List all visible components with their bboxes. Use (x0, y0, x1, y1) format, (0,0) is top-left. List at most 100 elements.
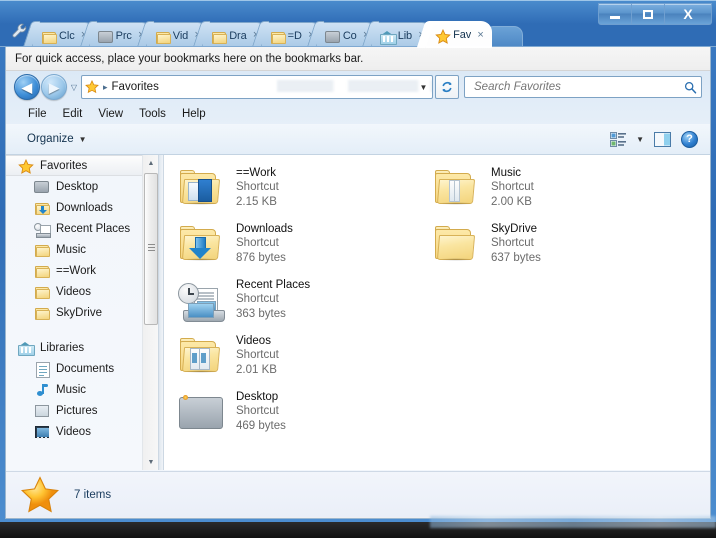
sidebar-item-desktop[interactable]: Desktop (6, 176, 158, 197)
sidebar-item-pictures[interactable]: Pictures (6, 400, 158, 421)
scroll-down-icon[interactable]: ▼ (143, 454, 158, 470)
back-arrow-icon: ◀ (22, 79, 32, 95)
file-size: 2.01 KB (236, 364, 277, 376)
sidebar-item-libraries[interactable]: Libraries (6, 337, 158, 358)
browser-tab-fav[interactable]: Fav × (416, 21, 493, 48)
file-item[interactable]: Music Shortcut 2.00 KB (429, 163, 684, 219)
videos-library-icon (34, 424, 50, 440)
panes-container: Favorites Desktop Downloads Recent Places Mu… (6, 155, 710, 470)
sidebar-item-label: Libraries (40, 341, 85, 354)
sidebar-item-label: Videos (56, 425, 91, 438)
file-list-pane[interactable]: ==Work Shortcut 2.15 KB Downloads Shortcut 87… (164, 155, 710, 470)
tab-label: =D (287, 29, 302, 42)
breadcrumb-favorites[interactable]: Favorites (112, 81, 159, 93)
sidebar-item-recent-places[interactable]: Recent Places (6, 218, 158, 239)
file-item[interactable]: ==Work Shortcut 2.15 KB (174, 163, 429, 219)
file-size: 2.00 KB (491, 196, 532, 208)
title-bar: Clc×Prc×Vid×Dra×=D×Co×Lib×Fav× X (0, 0, 716, 48)
sidebar-item-downloads[interactable]: Downloads (6, 197, 158, 218)
folder-icon (34, 284, 50, 300)
search-input[interactable] (472, 80, 684, 94)
sidebar-item-documents[interactable]: Documents (6, 358, 158, 379)
file-name: Videos (236, 335, 271, 347)
sidebar-item-label: Desktop (56, 180, 99, 193)
sidebar-item-videos[interactable]: Videos (6, 421, 158, 442)
window-controls: X (598, 3, 712, 25)
chevron-down-icon: ▽ (70, 82, 78, 92)
file-item[interactable]: Desktop Shortcut 469 bytes (174, 387, 429, 443)
navigation-scrollbar[interactable]: ▲ ▼ (142, 155, 158, 470)
maximize-button[interactable] (632, 3, 665, 25)
tab-label: Clc (59, 29, 75, 42)
search-icon (684, 81, 697, 94)
new-tab-button[interactable] (489, 26, 524, 48)
help-button[interactable]: ? (681, 130, 698, 148)
help-label: ? (686, 133, 693, 145)
sidebar-item-label: Music (56, 383, 87, 396)
search-box[interactable] (464, 76, 702, 98)
sidebar-item-skydrive[interactable]: SkyDrive (6, 302, 158, 323)
computer-icon (324, 29, 340, 43)
file-name: SkyDrive (491, 223, 538, 235)
status-item-count: 7 items (74, 488, 112, 501)
tab-label: Fav (453, 29, 472, 41)
organize-button[interactable]: Organize ▼ (20, 130, 94, 148)
address-row: ◀ ▶ ▽ ▸ Favorites Search Favorites (6, 71, 710, 103)
close-button[interactable]: X (665, 3, 712, 25)
scrollbar-thumb[interactable] (144, 173, 158, 325)
file-item[interactable]: Videos Shortcut 2.01 KB (174, 331, 429, 387)
sidebar-item-videos[interactable]: Videos (6, 281, 158, 302)
recent-pages-dropdown[interactable]: ▽ (67, 83, 81, 92)
address-bar[interactable]: ▸ Favorites ▼ (81, 75, 433, 99)
preview-pane-icon[interactable] (654, 131, 671, 147)
file-type: Shortcut (236, 181, 279, 193)
taskbar-blur (430, 516, 716, 528)
tab-label: Prc (115, 29, 132, 42)
folder-icon (155, 29, 171, 44)
minimize-button[interactable] (598, 3, 632, 25)
file-name: Recent Places (236, 279, 311, 291)
scroll-up-icon[interactable]: ▲ (143, 155, 158, 171)
sidebar-item-music[interactable]: Music (6, 239, 158, 260)
browser-client-area: For quick access, place your bookmarks h… (5, 47, 711, 519)
chevron-down-icon: ▼ (78, 134, 87, 144)
refresh-button[interactable] (435, 75, 459, 99)
folder-icon (34, 305, 50, 321)
star-icon (20, 475, 60, 515)
work-folder-icon (178, 165, 226, 213)
command-toolbar: Organize ▼ ▼ ? (6, 124, 710, 155)
navigation-list: Favorites Desktop Downloads Recent Places Mu… (6, 155, 158, 442)
sidebar-item-label: Music (56, 243, 87, 256)
menu-item-edit[interactable]: Edit (55, 106, 91, 122)
change-view-icon[interactable] (610, 131, 627, 147)
navigation-pane: Favorites Desktop Downloads Recent Places Mu… (6, 155, 158, 470)
menu-item-help[interactable]: Help (174, 106, 214, 122)
tab-label: Vid (172, 29, 189, 42)
tab-close-icon[interactable]: × (475, 29, 486, 41)
file-type: Shortcut (236, 293, 279, 305)
browser-window: Clc×Prc×Vid×Dra×=D×Co×Lib×Fav× X For qui… (0, 0, 716, 538)
menu-item-tools[interactable]: Tools (131, 106, 174, 122)
file-item[interactable]: Downloads Shortcut 876 bytes (174, 219, 429, 275)
menu-item-view[interactable]: View (90, 106, 131, 122)
file-type: Shortcut (236, 237, 279, 249)
organize-label: Organize (27, 133, 74, 145)
sidebar-item-favorites[interactable]: Favorites (6, 155, 158, 176)
back-button[interactable]: ◀ (14, 74, 40, 100)
file-name: Downloads (236, 223, 293, 235)
file-size: 876 bytes (236, 252, 286, 264)
menu-item-file[interactable]: File (20, 106, 55, 122)
breadcrumb-separator: ▸ (103, 81, 108, 92)
forward-button[interactable]: ▶ (41, 74, 67, 100)
bookmarks-bar[interactable]: For quick access, place your bookmarks h… (6, 47, 710, 71)
folder-icon (34, 263, 50, 279)
file-name: ==Work (236, 167, 277, 179)
sidebar-item-label: Pictures (56, 404, 98, 417)
file-size: 363 bytes (236, 308, 286, 320)
view-dropdown-caret-icon[interactable]: ▼ (636, 135, 644, 144)
sidebar-item--work[interactable]: ==Work (6, 260, 158, 281)
folder-icon (34, 242, 50, 258)
sidebar-item-music[interactable]: Music (6, 379, 158, 400)
file-item[interactable]: SkyDrive Shortcut 637 bytes (429, 219, 684, 275)
file-item[interactable]: Recent Places Shortcut 363 bytes (174, 275, 429, 331)
